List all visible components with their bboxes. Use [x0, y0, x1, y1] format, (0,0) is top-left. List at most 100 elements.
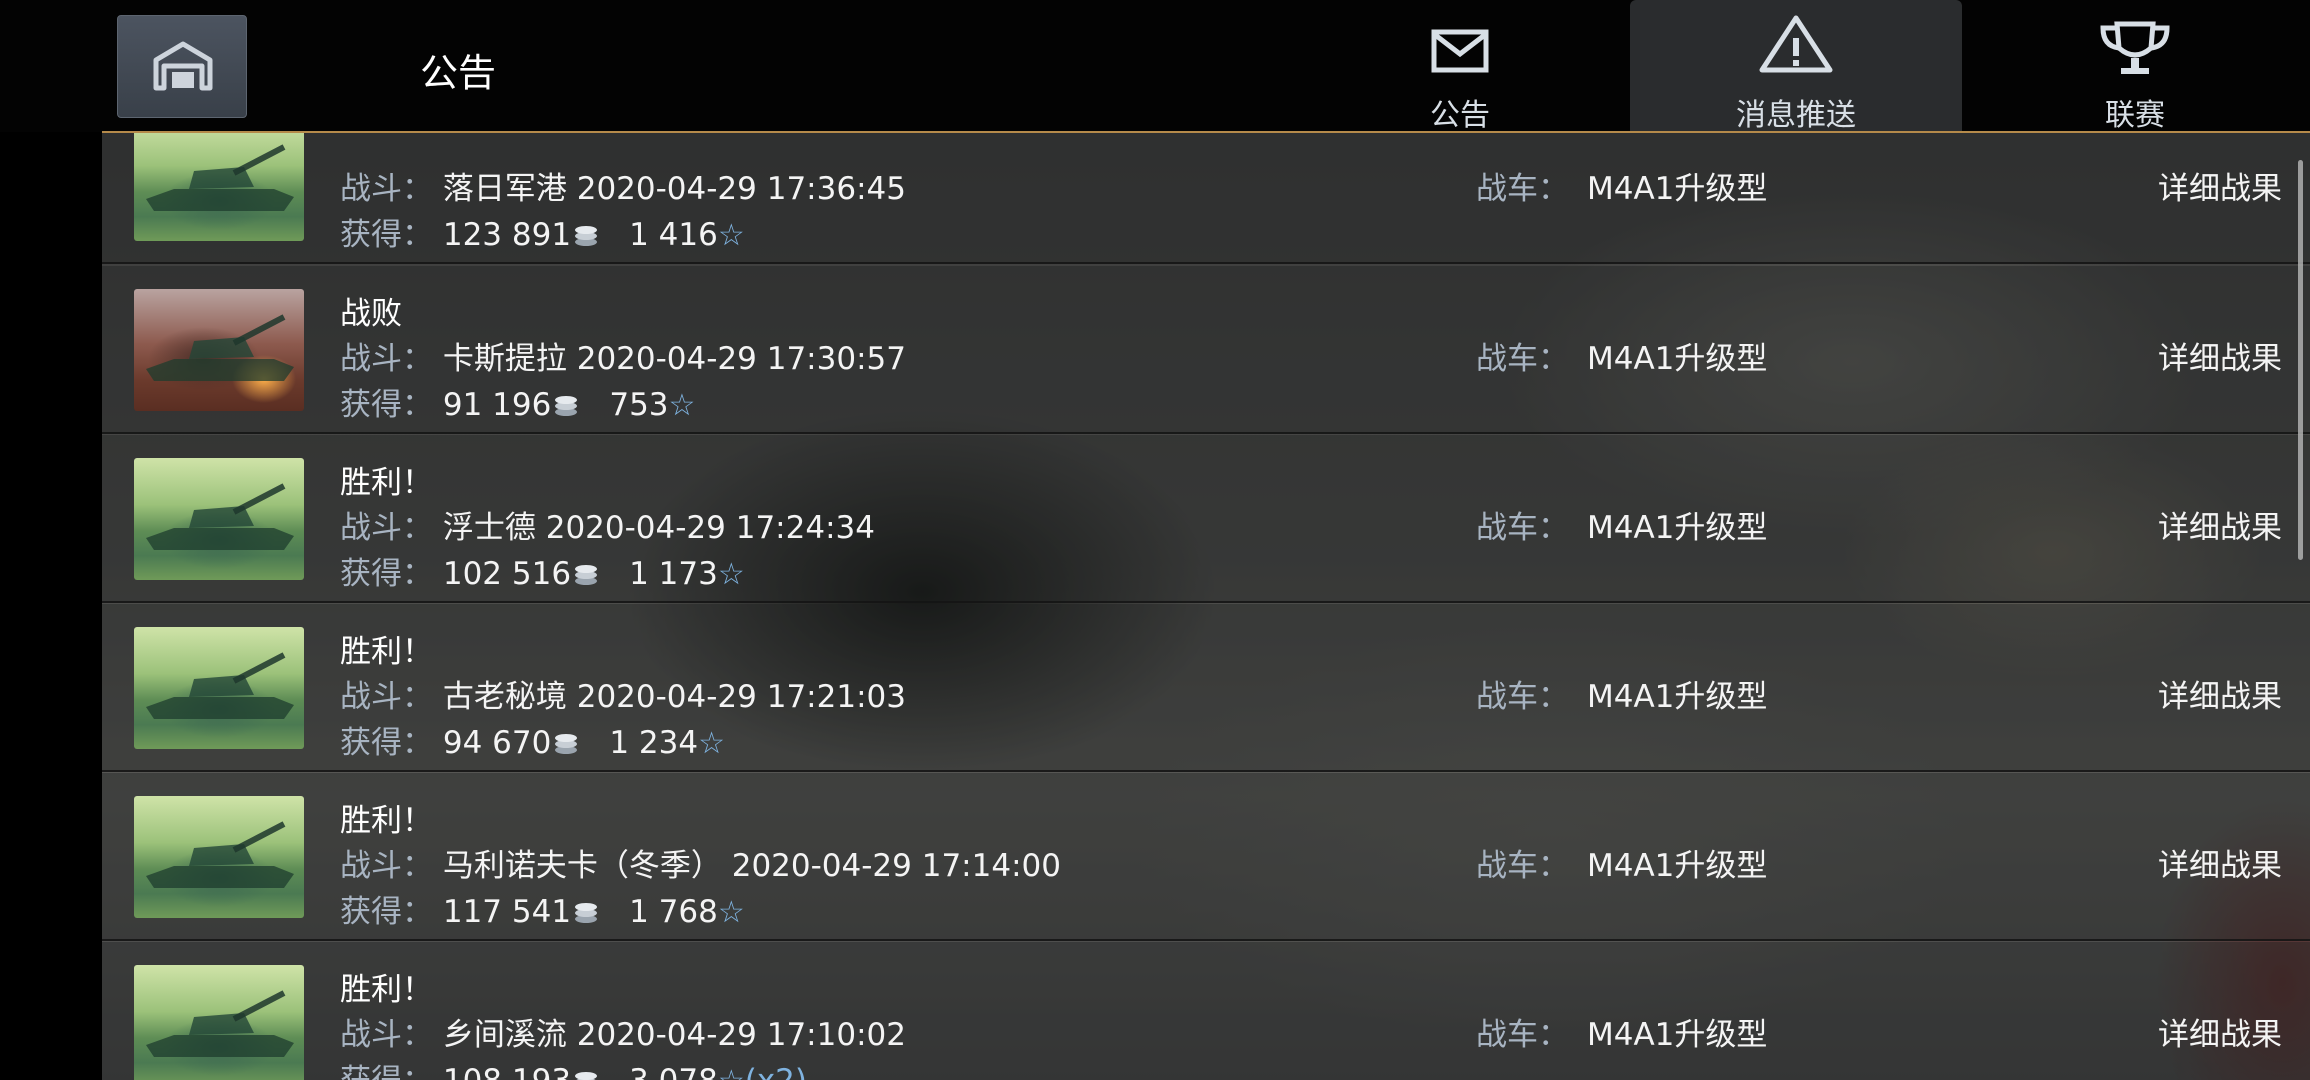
tank-silhouette [146, 144, 294, 211]
detailed-results-link[interactable]: 详细战果 [2158, 502, 2282, 547]
earnings-line: 获得： 117 541 1 768☆ [340, 886, 745, 931]
battle-label: 战斗： [340, 1017, 433, 1053]
tab-push-messages[interactable]: 消息推送 [1630, 0, 1962, 133]
trophy-icon [2100, 21, 2170, 74]
xp-value: 1 234 [609, 725, 699, 761]
battle-result-row[interactable]: 胜利！ 战斗： 马利诺夫卡（冬季） 2020-04-29 17:14:00 获得： … [102, 773, 2310, 941]
tab-announcements[interactable]: 公告 [1390, 0, 1530, 133]
xp-value: 3 078 [629, 1063, 718, 1080]
battle-label: 战斗： [340, 679, 433, 715]
detailed-results-link[interactable]: 详细战果 [2158, 163, 2282, 208]
credits-icon [555, 734, 578, 754]
battle-label: 战斗： [340, 510, 433, 546]
tab-label: 联赛 [2105, 98, 2165, 133]
detailed-results-link[interactable]: 详细战果 [2158, 671, 2282, 716]
credits-icon [575, 1072, 598, 1080]
battle-thumbnail [134, 627, 304, 749]
tank-silhouette [146, 990, 294, 1057]
map-name: 马利诺夫卡（冬季） [442, 848, 722, 884]
star-icon: ☆ [718, 1064, 745, 1080]
xp-value: 1 173 [629, 556, 718, 592]
tank-name: M4A1升级型 [1587, 341, 1768, 377]
credits-value: 94 670 [442, 725, 552, 761]
battle-result-row[interactable]: 胜利！战斗： 乡间溪流 2020-04-29 17:10:02获得： 108 1… [102, 942, 2310, 1080]
battle-info-line: 战斗： 马利诺夫卡（冬季） 2020-04-29 17:14:00 [340, 840, 1061, 885]
page-title: 公告 [420, 51, 497, 95]
tank-label: 战车： [1476, 171, 1569, 207]
xp-multiplier: (x2) [745, 1063, 807, 1080]
battle-result-row[interactable]: 战败 战斗： 卡斯提拉 2020-04-29 17:30:57 获得： 91 196… [102, 266, 2310, 434]
tank-label: 战车： [1476, 848, 1569, 884]
battle-time: 2020-04-29 17:21:03 [576, 679, 906, 715]
earnings-line: 获得： 102 516 1 173☆ [340, 548, 745, 593]
battle-result-status: 战败 [340, 296, 402, 332]
battle-results-list[interactable]: 战斗： 落日军港 2020-04-29 17:36:45 获得： 123 891 1… [102, 133, 2310, 1080]
map-name: 古老秘境 [442, 679, 567, 715]
top-bar: 公告 公告 消息推送 联赛 [0, 0, 2310, 133]
battle-label: 战斗： [340, 848, 433, 884]
tank-name: M4A1升级型 [1587, 848, 1768, 884]
detailed-results-link[interactable]: 详细战果 [2158, 333, 2282, 378]
earnings-line: 获得： 94 670 1 234☆ [340, 717, 725, 762]
battle-result-status: 胜利！ [340, 634, 433, 670]
earned-label: 获得： [340, 725, 433, 761]
battle-info-line: 战斗： 浮士德 2020-04-29 17:24:34 [340, 502, 875, 547]
credits-value: 123 891 [442, 217, 572, 253]
battle-result-status: 胜利！ [340, 465, 433, 501]
star-icon: ☆ [698, 726, 725, 761]
garage-home-button[interactable] [117, 15, 247, 118]
map-name: 卡斯提拉 [442, 341, 567, 377]
star-icon: ☆ [717, 557, 745, 592]
credits-icon [575, 903, 598, 923]
tank-silhouette [146, 652, 294, 719]
tab-label: 消息推送 [1736, 98, 1856, 133]
tab-league[interactable]: 联赛 [2065, 0, 2205, 133]
battle-time: 2020-04-29 17:36:45 [576, 171, 906, 207]
credits-icon [555, 396, 578, 416]
tank-name: M4A1升级型 [1587, 679, 1768, 715]
battle-time: 2020-04-29 17:24:34 [545, 510, 875, 546]
scrollbar[interactable] [2298, 160, 2303, 560]
earned-label: 获得： [340, 894, 433, 930]
xp-value: 753 [609, 387, 669, 423]
tank-name: M4A1升级型 [1587, 1017, 1768, 1053]
xp-value: 1 416 [629, 217, 718, 253]
battle-result-status: 胜利！ [340, 803, 433, 839]
map-name: 落日军港 [442, 171, 567, 207]
credits-value: 102 516 [442, 556, 572, 592]
map-name: 乡间溪流 [442, 1017, 567, 1053]
battle-time: 2020-04-29 17:10:02 [576, 1017, 906, 1053]
earned-label: 获得： [340, 1063, 433, 1080]
battle-info-line: 战斗： 乡间溪流 2020-04-29 17:10:02 [340, 1009, 906, 1054]
tank-name: M4A1升级型 [1587, 510, 1768, 546]
battle-result-row[interactable]: 胜利！ 战斗： 古老秘境 2020-04-29 17:21:03 获得： 94 67… [102, 604, 2310, 772]
battle-time: 2020-04-29 17:14:00 [731, 848, 1061, 884]
detailed-results-link[interactable]: 详细战果 [2158, 840, 2282, 885]
detailed-results-link[interactable]: 详细战果 [2158, 1009, 2282, 1054]
credits-icon [575, 565, 598, 585]
earnings-line: 获得： 123 891 1 416☆ [340, 209, 745, 254]
tab-label: 公告 [1430, 98, 1490, 133]
earnings-line: 获得： 91 196 753☆ [340, 379, 695, 424]
credits-value: 117 541 [442, 894, 572, 930]
tank-silhouette [146, 821, 294, 888]
battle-result-row[interactable]: 胜利！ 战斗： 浮士德 2020-04-29 17:24:34 获得： 102 51… [102, 435, 2310, 603]
garage-icon [153, 41, 213, 91]
battle-result-row[interactable]: 战斗： 落日军港 2020-04-29 17:36:45 获得： 123 891 1… [102, 133, 2310, 264]
tank-label: 战车： [1476, 679, 1569, 715]
battle-result-status: 胜利！ [340, 972, 433, 1008]
earnings-line: 获得： 108 193 3 078☆(x2) [340, 1055, 807, 1080]
earned-label: 获得： [340, 387, 433, 423]
tank-label: 战车： [1476, 1017, 1569, 1053]
tank-name: M4A1升级型 [1587, 171, 1768, 207]
tank-silhouette [146, 483, 294, 550]
battle-thumbnail [134, 289, 304, 411]
earned-label: 获得： [340, 556, 433, 592]
xp-value: 1 768 [629, 894, 718, 930]
mail-icon [1431, 29, 1489, 73]
battle-thumbnail [134, 133, 304, 241]
earned-label: 获得： [340, 217, 433, 253]
warning-icon [1759, 15, 1833, 73]
credits-icon [575, 226, 598, 246]
battle-time: 2020-04-29 17:30:57 [576, 341, 906, 377]
